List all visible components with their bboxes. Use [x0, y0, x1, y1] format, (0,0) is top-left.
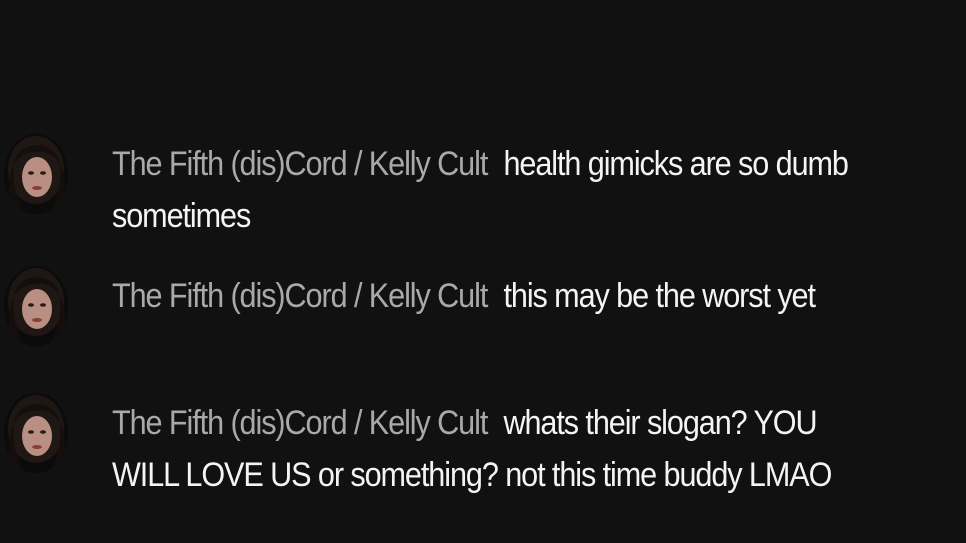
message-content: The Fifth (dis)Cord / Kelly Cult health g… [112, 138, 877, 242]
message-author[interactable]: The Fifth (dis)Cord / Kelly Cult [112, 277, 488, 315]
avatar[interactable] [4, 393, 68, 473]
message-content: The Fifth (dis)Cord / Kelly Cult this may… [112, 270, 877, 322]
avatar-icon [4, 393, 68, 473]
avatar-icon [4, 266, 68, 346]
avatar[interactable] [4, 134, 68, 214]
message-content: The Fifth (dis)Cord / Kelly Cult whats th… [112, 397, 877, 501]
message-author[interactable]: The Fifth (dis)Cord / Kelly Cult [112, 145, 488, 183]
message-author[interactable]: The Fifth (dis)Cord / Kelly Cult [112, 404, 488, 442]
chat-feed: The Fifth (dis)Cord / Kelly Cult health g… [0, 0, 966, 543]
message-text: this may be the worst yet [503, 277, 816, 315]
avatar-icon [4, 134, 68, 214]
avatar[interactable] [4, 266, 68, 346]
